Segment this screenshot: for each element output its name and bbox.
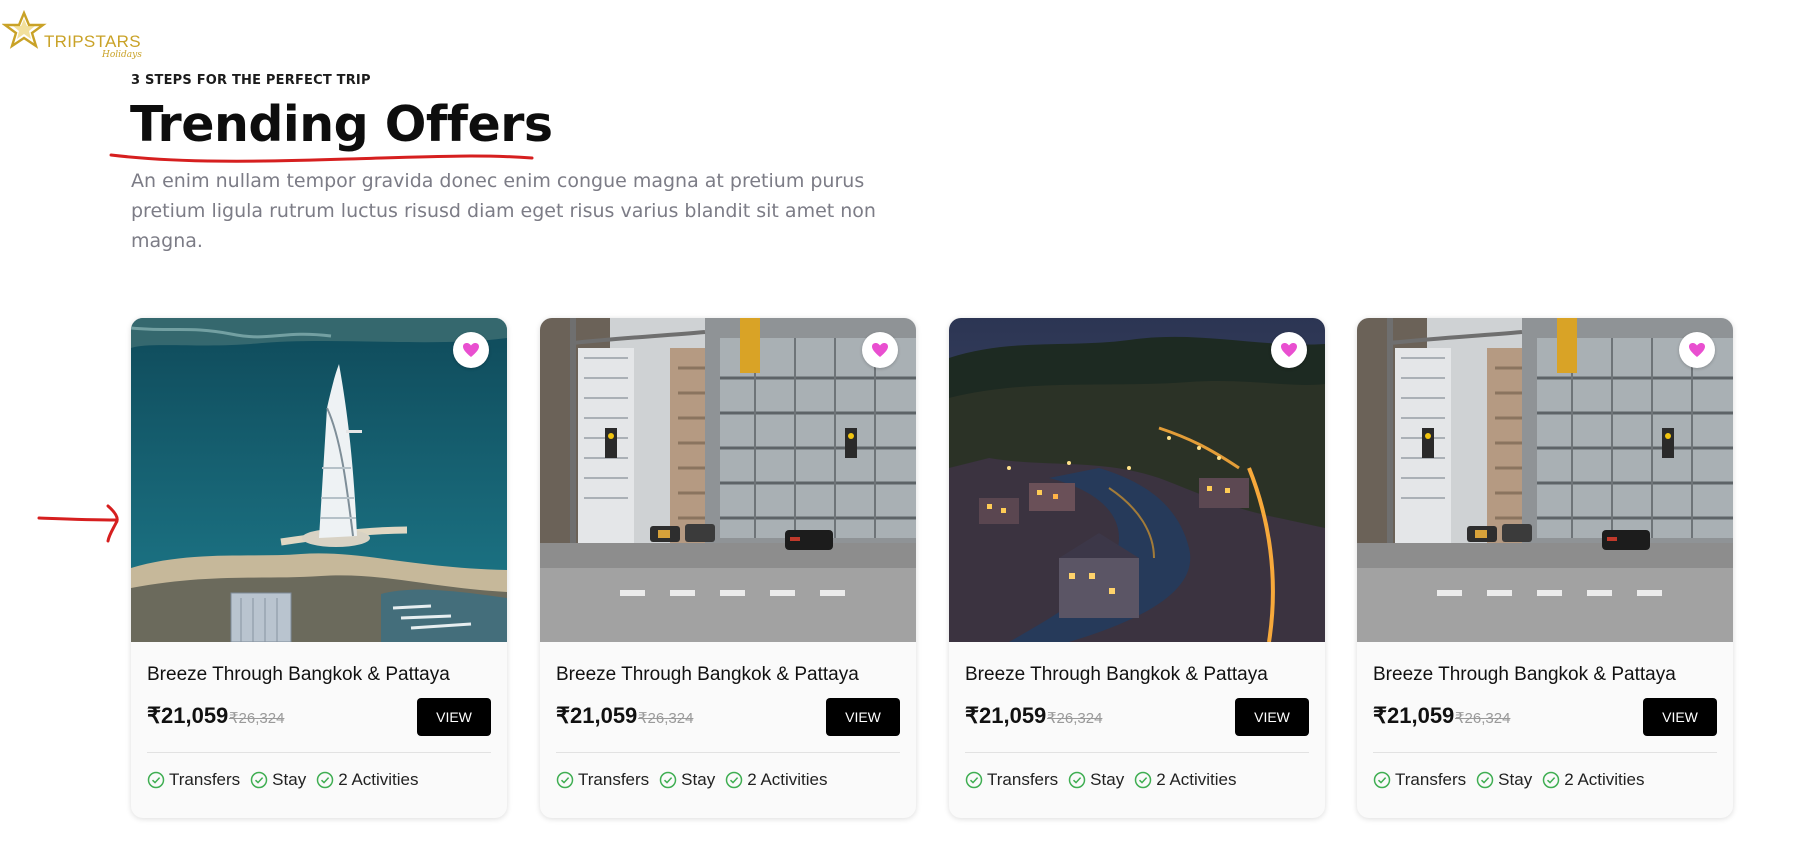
- favorite-button[interactable]: [453, 332, 489, 368]
- offer-price: ₹21,059: [965, 703, 1047, 728]
- heart-icon: [1281, 343, 1297, 357]
- check-circle-icon: [725, 771, 743, 789]
- offer-features: Transfers Stay 2 Activities: [147, 770, 419, 790]
- feature-item: Transfers: [1373, 770, 1466, 790]
- view-offer-button[interactable]: VIEW: [1643, 698, 1717, 736]
- feature-item: Transfers: [556, 770, 649, 790]
- offer-card[interactable]: Breeze Through Bangkok & Pattaya ₹21,059…: [949, 318, 1325, 818]
- check-circle-icon: [147, 771, 165, 789]
- feature-item: Stay: [1068, 770, 1124, 790]
- feature-label: Transfers: [1395, 770, 1467, 789]
- offer-title: Breeze Through Bangkok & Pattaya: [556, 664, 859, 685]
- favorite-button[interactable]: [1679, 332, 1715, 368]
- view-offer-button[interactable]: VIEW: [1235, 698, 1309, 736]
- brand-logo[interactable]: TRIPSTARS Holidays: [2, 10, 152, 68]
- feature-label: Transfers: [987, 770, 1059, 789]
- feature-item: Transfers: [965, 770, 1058, 790]
- section-description: An enim nullam tempor gravida donec enim…: [131, 170, 876, 252]
- favorite-button[interactable]: [1271, 332, 1307, 368]
- heart-icon: [1689, 343, 1705, 357]
- check-circle-icon: [1134, 771, 1152, 789]
- section-eyebrow: 3 STEPS FOR THE PERFECT TRIP: [131, 73, 371, 88]
- check-circle-icon: [250, 771, 268, 789]
- feature-item: 2 Activities: [1542, 770, 1645, 790]
- offer-title: Breeze Through Bangkok & Pattaya: [147, 664, 450, 685]
- feature-label: Stay: [1090, 770, 1125, 789]
- offer-price: ₹21,059: [147, 703, 229, 728]
- logo-wordmark: TRIPSTARS: [44, 32, 141, 51]
- offer-card[interactable]: Breeze Through Bangkok & Pattaya ₹21,059…: [1357, 318, 1733, 818]
- check-circle-icon: [1476, 771, 1494, 789]
- feature-label: Stay: [272, 770, 307, 789]
- check-circle-icon: [1068, 771, 1086, 789]
- feature-label: Transfers: [169, 770, 241, 789]
- feature-item: Stay: [659, 770, 715, 790]
- feature-item: Stay: [1476, 770, 1532, 790]
- feature-label: 2 Activities: [338, 770, 419, 789]
- offer-title: Breeze Through Bangkok & Pattaya: [1373, 664, 1676, 685]
- feature-label: 2 Activities: [747, 770, 828, 789]
- card-divider: [965, 752, 1309, 753]
- offer-features: Transfers Stay 2 Activities: [556, 770, 828, 790]
- feature-item: Transfers: [147, 770, 240, 790]
- annotation-arrow: [37, 504, 119, 543]
- feature-label: 2 Activities: [1564, 770, 1645, 789]
- offer-image[interactable]: [1357, 318, 1733, 642]
- feature-label: 2 Activities: [1156, 770, 1237, 789]
- offer-title: Breeze Through Bangkok & Pattaya: [965, 664, 1268, 685]
- heart-icon: [872, 343, 888, 357]
- offer-old-price: ₹26,324: [638, 710, 694, 727]
- view-offer-button[interactable]: VIEW: [417, 698, 491, 736]
- heart-icon: [463, 343, 479, 357]
- logo-tagline: Holidays: [102, 50, 142, 60]
- favorite-button[interactable]: [862, 332, 898, 368]
- card-divider: [556, 752, 900, 753]
- card-divider: [1373, 752, 1717, 753]
- offer-features: Transfers Stay 2 Activities: [1373, 770, 1645, 790]
- feature-label: Transfers: [578, 770, 650, 789]
- feature-label: Stay: [681, 770, 716, 789]
- check-circle-icon: [556, 771, 574, 789]
- check-circle-icon: [1373, 771, 1391, 789]
- offer-old-price: ₹26,324: [1047, 710, 1103, 727]
- offer-image[interactable]: [131, 318, 507, 642]
- offer-image[interactable]: [949, 318, 1325, 642]
- feature-item: 2 Activities: [725, 770, 828, 790]
- star-icon: [2, 10, 47, 49]
- card-divider: [147, 752, 491, 753]
- feature-item: 2 Activities: [316, 770, 419, 790]
- offer-old-price: ₹26,324: [229, 710, 285, 727]
- offer-old-price: ₹26,324: [1455, 710, 1511, 727]
- feature-item: Stay: [250, 770, 306, 790]
- offer-price: ₹21,059: [1373, 703, 1455, 728]
- offer-features: Transfers Stay 2 Activities: [965, 770, 1237, 790]
- feature-label: Stay: [1498, 770, 1533, 789]
- offer-card[interactable]: Breeze Through Bangkok & Pattaya ₹21,059…: [131, 318, 507, 818]
- check-circle-icon: [659, 771, 677, 789]
- offer-image[interactable]: [540, 318, 916, 642]
- offer-price: ₹21,059: [556, 703, 638, 728]
- check-circle-icon: [1542, 771, 1560, 789]
- check-circle-icon: [965, 771, 983, 789]
- offer-card[interactable]: Breeze Through Bangkok & Pattaya ₹21,059…: [540, 318, 916, 818]
- view-offer-button[interactable]: VIEW: [826, 698, 900, 736]
- check-circle-icon: [316, 771, 334, 789]
- feature-item: 2 Activities: [1134, 770, 1237, 790]
